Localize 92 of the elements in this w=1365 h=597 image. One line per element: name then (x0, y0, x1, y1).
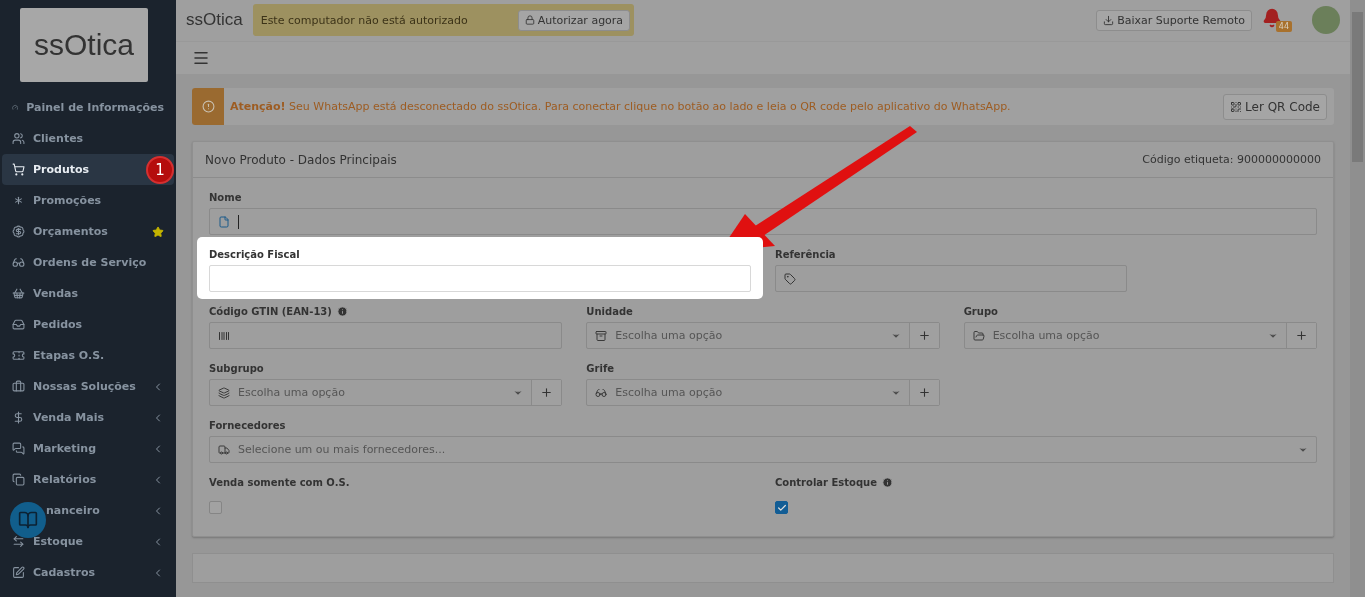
plus-icon (1295, 329, 1308, 342)
sidebar-item[interactable]: Cadastros (2, 557, 174, 588)
sidebar-item[interactable]: Venda Mais (2, 402, 174, 433)
select-field[interactable]: Escolha uma opção (586, 322, 940, 349)
qr-icon (1230, 100, 1243, 113)
sidebar-item[interactable]: Promoções (2, 185, 174, 216)
notifications-button[interactable]: 44 (1262, 8, 1292, 33)
field-label: Grupo (963, 304, 998, 318)
sidebar-item[interactable]: Orçamentos (2, 216, 174, 247)
notice-text: Este computador não está autorizado (260, 13, 468, 27)
cart-icon (12, 163, 25, 176)
add-button[interactable] (1286, 323, 1316, 348)
sidebar-item[interactable]: Produtos 1 (2, 154, 174, 185)
tag-icon (784, 272, 796, 285)
field-label: Nome (209, 190, 242, 204)
plus-icon (917, 386, 931, 399)
select-field[interactable]: Selecione um ou mais fornecedores... (209, 436, 1317, 463)
arrows-icon (12, 535, 25, 548)
users-icon (12, 132, 25, 145)
truck-icon (218, 443, 230, 456)
field-label: Controlar Estoque (775, 475, 877, 489)
input-field[interactable] (775, 265, 1128, 292)
plus-icon (917, 329, 931, 342)
inbox-icon (12, 318, 25, 331)
select-placeholder: Escolha uma opção (615, 386, 724, 399)
sidebar-item[interactable]: nanceiro (2, 495, 174, 526)
chat-icon (12, 442, 25, 455)
select-placeholder: Escolha uma opção (615, 329, 724, 342)
sidebar-item[interactable]: Marketing (2, 433, 174, 464)
select-field[interactable]: Escolha uma opção (963, 322, 1317, 349)
edit-icon (12, 566, 25, 579)
ticket-icon (12, 349, 25, 362)
file-icon (218, 215, 230, 228)
plus-icon (540, 386, 554, 399)
label-code: Código etiqueta: 900000000000 (1142, 153, 1321, 166)
sidebar-item[interactable]: Ordens de Serviço (2, 247, 174, 278)
sidebar-item[interactable]: Pedidos (2, 309, 174, 340)
notification-count: 44 (1275, 21, 1292, 33)
avatar[interactable] (1312, 6, 1340, 35)
checkbox[interactable] (209, 501, 222, 514)
coin-icon (12, 225, 25, 238)
sidebar-item[interactable]: Nossas Soluções (2, 371, 174, 402)
field-label: Grife (586, 361, 615, 375)
text-cursor (238, 214, 239, 229)
layers-icon (218, 386, 230, 399)
sidebar-item[interactable]: Vendas (2, 278, 174, 309)
sidebar-item[interactable]: Estoque (2, 526, 174, 557)
barcode-icon (218, 329, 230, 342)
field-label: Subgrupo (209, 361, 264, 375)
input-field[interactable] (209, 322, 563, 349)
add-button[interactable] (908, 323, 939, 348)
select-field[interactable]: Escolha uma opção (209, 379, 563, 406)
asterisk-icon (12, 194, 25, 207)
sidebar-item[interactable]: Painel de Informações (2, 92, 174, 123)
select-placeholder: Selecione um ou mais fornecedores... (238, 443, 447, 456)
book-icon (18, 510, 38, 530)
sidebar-item[interactable]: Etapas O.S. (2, 340, 174, 371)
field-label: Descrição Fiscal (209, 247, 300, 261)
field-label: Venda somente com O.S. (209, 475, 350, 489)
logo: ssOtica (186, 10, 243, 31)
copy-icon (12, 473, 25, 486)
step-badge: 1 (146, 156, 174, 184)
sidebar-item[interactable]: Clientes (2, 123, 174, 154)
card-title: Novo Produto - Dados Principais (205, 152, 397, 167)
add-button[interactable] (908, 380, 939, 405)
glasses-icon (12, 256, 25, 269)
input-field[interactable] (209, 208, 1317, 235)
field-label: Unidade (586, 304, 633, 318)
download-icon (1103, 14, 1115, 26)
archive-icon (595, 329, 608, 342)
alert-icon (201, 100, 215, 113)
checkbox[interactable] (775, 501, 788, 514)
field-label: Código GTIN (EAN-13) (209, 304, 332, 318)
basket-icon (12, 287, 25, 300)
select-placeholder: Escolha uma opção (238, 386, 346, 399)
authorize-button[interactable]: Autorizar agora (517, 9, 631, 31)
lock-icon (524, 15, 535, 26)
briefcase-icon (12, 380, 25, 393)
dollar-icon (12, 411, 25, 424)
select-placeholder: Escolha uma opção (992, 329, 1101, 342)
logo: ssOtica (20, 8, 148, 82)
field-label: Fornecedores (209, 418, 286, 432)
folder-icon (972, 329, 985, 342)
qr-code-button[interactable]: Ler QR Code (1223, 93, 1327, 120)
select-field[interactable]: Escolha uma opção (586, 379, 940, 406)
field-label: Referência (775, 247, 836, 261)
scrollbar[interactable] (1350, 0, 1365, 597)
alert-text: Atenção! Seu WhatsApp está desconectado do ssOtica. Para conectar clique no botão ao lado e leia o QR code pelo aplicativo do WhatsApp. (229, 100, 1012, 113)
glasses-icon (595, 386, 608, 399)
add-button[interactable] (531, 380, 562, 405)
support-download-button[interactable]: Baixar Suporte Remoto (1096, 9, 1252, 31)
sidebar-item[interactable]: Relatórios (2, 464, 174, 495)
